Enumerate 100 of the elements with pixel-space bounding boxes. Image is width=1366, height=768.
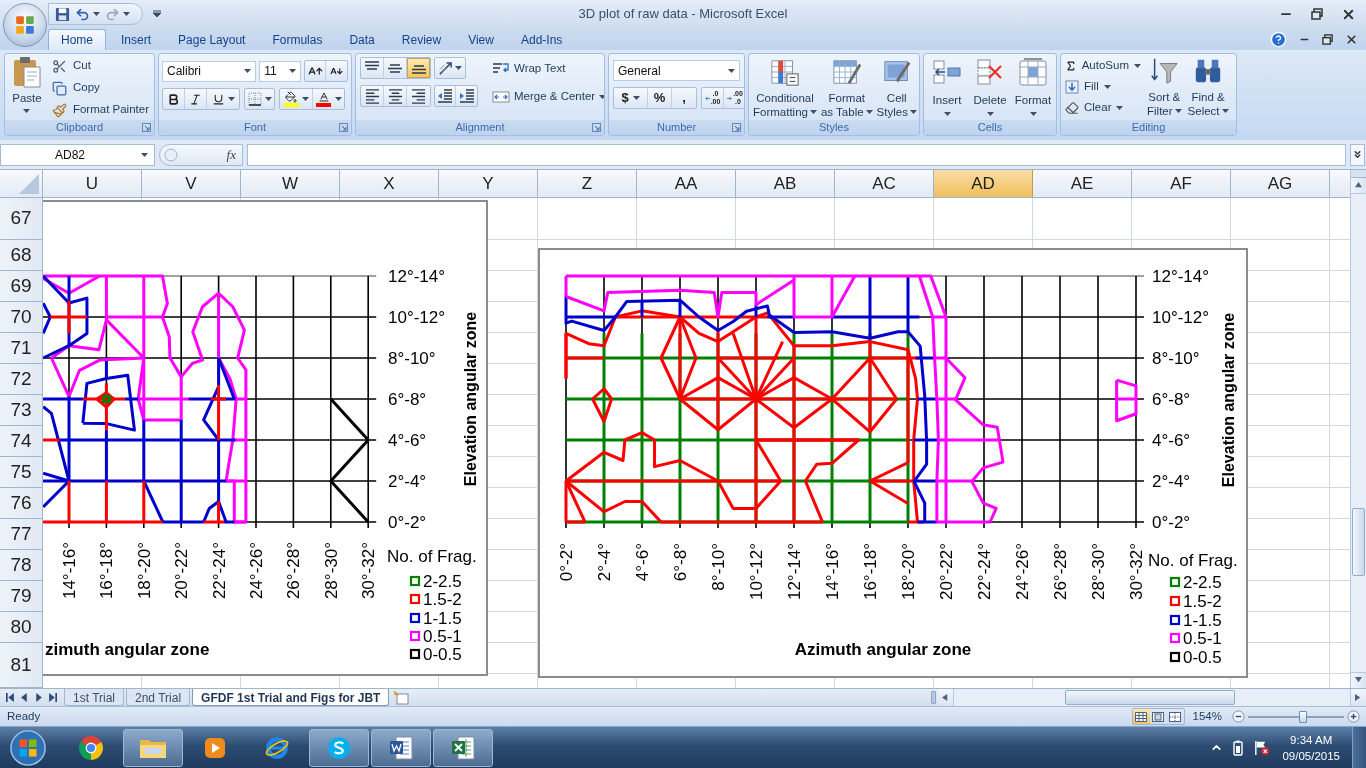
battery-icon[interactable] (1233, 739, 1244, 756)
ribbon-button[interactable]: Copy (49, 78, 151, 98)
ribbon-button[interactable]: Format as Table (819, 57, 874, 119)
row-header[interactable]: 78 (0, 550, 43, 581)
sheet-nav-icon[interactable] (6, 693, 15, 702)
vertical-scrollbar[interactable] (1350, 170, 1366, 688)
zoom-in-icon[interactable] (1347, 710, 1360, 723)
row-header[interactable]: 74 (0, 426, 43, 457)
column-header[interactable]: V (142, 170, 241, 197)
ribbon-button[interactable]: Wrap Text (492, 59, 604, 79)
column-header[interactable]: AG (1231, 170, 1330, 197)
column-header[interactable]: AB (736, 170, 835, 197)
taskbar-button[interactable] (123, 728, 183, 767)
column-header[interactable]: Z (538, 170, 637, 197)
zoom-level[interactable]: 154% (1192, 707, 1222, 726)
column-header[interactable]: Y (439, 170, 538, 197)
sheet-nav-icon[interactable] (48, 693, 57, 702)
expand-button[interactable] (1350, 143, 1365, 166)
close-icon[interactable] (1345, 32, 1358, 46)
clock-date[interactable]: 09/05/2015 (1282, 747, 1340, 764)
align-button[interactable] (407, 58, 430, 78)
ribbon-button[interactable]: Find & Select (1187, 56, 1229, 118)
ribbon-button[interactable]: Delete (970, 57, 1010, 117)
font-name-field[interactable]: Calibri (162, 60, 257, 82)
scrollbar-thumb[interactable] (1352, 508, 1365, 576)
number-format-button[interactable]: $ (614, 88, 648, 108)
ribbon-button[interactable]: Fill (1065, 77, 1141, 97)
row-header[interactable]: 68 (0, 240, 43, 271)
orientation-button[interactable] (434, 57, 466, 79)
number-format-button[interactable]: , (672, 88, 696, 108)
ribbon-button[interactable]: Sort & Filter (1147, 56, 1182, 118)
column-header[interactable]: U (43, 170, 142, 197)
sheet-tab[interactable]: 1st Trial (64, 689, 124, 706)
ribbon-tab[interactable]: Data (337, 29, 387, 50)
restore-icon[interactable] (1322, 33, 1333, 45)
dialog-launcher-icon[interactable] (732, 123, 741, 132)
number-format-button[interactable]: % (648, 88, 672, 108)
borders-button[interactable] (244, 88, 275, 110)
view-button[interactable] (1166, 709, 1184, 724)
row-header[interactable]: 73 (0, 395, 43, 426)
column-header[interactable]: W (241, 170, 340, 197)
restore-icon[interactable] (1311, 8, 1323, 20)
row-header[interactable]: 81 (0, 643, 43, 688)
sheet-tab[interactable]: GFDF 1st Trial and Figs for JBT (192, 689, 390, 706)
ribbon-tab[interactable]: Page Layout (166, 29, 258, 50)
row-header[interactable]: 72 (0, 364, 43, 395)
ribbon-tab[interactable]: Add-Ins (508, 29, 575, 50)
slider-thumb[interactable] (1298, 710, 1307, 723)
ribbon-button[interactable]: Cell Styles (875, 57, 918, 119)
row-header[interactable]: 71 (0, 333, 43, 364)
dialog-launcher-icon[interactable] (339, 123, 348, 132)
ribbon-tab[interactable]: Insert (109, 29, 164, 50)
ribbon-button[interactable]: Format (1013, 57, 1053, 117)
view-button[interactable] (1132, 709, 1150, 724)
ribbon-button[interactable]: Cut (49, 56, 151, 76)
column-header[interactable]: X (340, 170, 439, 197)
ribbon-tab[interactable]: Review (389, 29, 454, 50)
taskbar-button[interactable] (433, 728, 493, 767)
scroll-up-button[interactable] (1351, 178, 1366, 194)
horizontal-scrollbar[interactable] (938, 689, 1366, 706)
ribbon-tab[interactable]: Home (48, 29, 106, 50)
dialog-launcher-icon[interactable] (142, 123, 151, 132)
row-header[interactable]: 67 (0, 198, 43, 240)
sheet-tab[interactable]: 2nd Trial (126, 689, 191, 706)
insert-function-button[interactable]: fx (226, 144, 236, 165)
zoom-out-icon[interactable] (1232, 710, 1245, 723)
scroll-left-button[interactable] (938, 689, 954, 706)
ribbon-tab[interactable]: View (456, 29, 506, 50)
column-header[interactable]: AD (934, 170, 1033, 197)
ribbon-button[interactable]: Format Painter (49, 100, 151, 120)
taskbar-button[interactable] (309, 728, 369, 767)
row-header[interactable]: 80 (0, 612, 43, 643)
scroll-down-button[interactable] (1351, 672, 1366, 688)
help-icon[interactable] (1270, 30, 1287, 48)
number-format-field[interactable]: General (613, 60, 740, 81)
tab-split-handle[interactable] (931, 691, 936, 704)
name-box[interactable]: AD82 (0, 143, 155, 166)
scroll-right-button[interactable] (1350, 689, 1366, 706)
customize-icon[interactable] (153, 10, 161, 18)
row-header[interactable]: 76 (0, 488, 43, 519)
flag-icon[interactable] (1253, 739, 1271, 756)
column-header[interactable]: AA (637, 170, 736, 197)
scrollbar-thumb[interactable] (1065, 690, 1235, 705)
row-header[interactable]: 70 (0, 302, 43, 333)
formula-input[interactable] (247, 143, 1346, 166)
save-icon[interactable] (55, 6, 70, 22)
column-header[interactable]: AF (1132, 170, 1231, 197)
dialog-launcher-icon[interactable] (592, 123, 601, 132)
ribbon-button[interactable]: Conditional Formatting (752, 57, 818, 119)
column-header[interactable]: AE (1033, 170, 1132, 197)
view-button[interactable] (1149, 709, 1167, 724)
clock-time[interactable]: 9:34 AM (1290, 731, 1333, 748)
ribbon-tab[interactable]: Formulas (260, 29, 335, 50)
row-header[interactable]: 75 (0, 457, 43, 488)
ribbon-button[interactable]: Merge & Center (492, 87, 604, 107)
row-header[interactable]: 79 (0, 581, 43, 612)
taskbar-button[interactable] (371, 728, 431, 767)
row-header[interactable]: 77 (0, 519, 43, 550)
ribbon-button[interactable]: AutoSum (1065, 56, 1141, 76)
ribbon-button[interactable]: Clear (1065, 98, 1141, 118)
